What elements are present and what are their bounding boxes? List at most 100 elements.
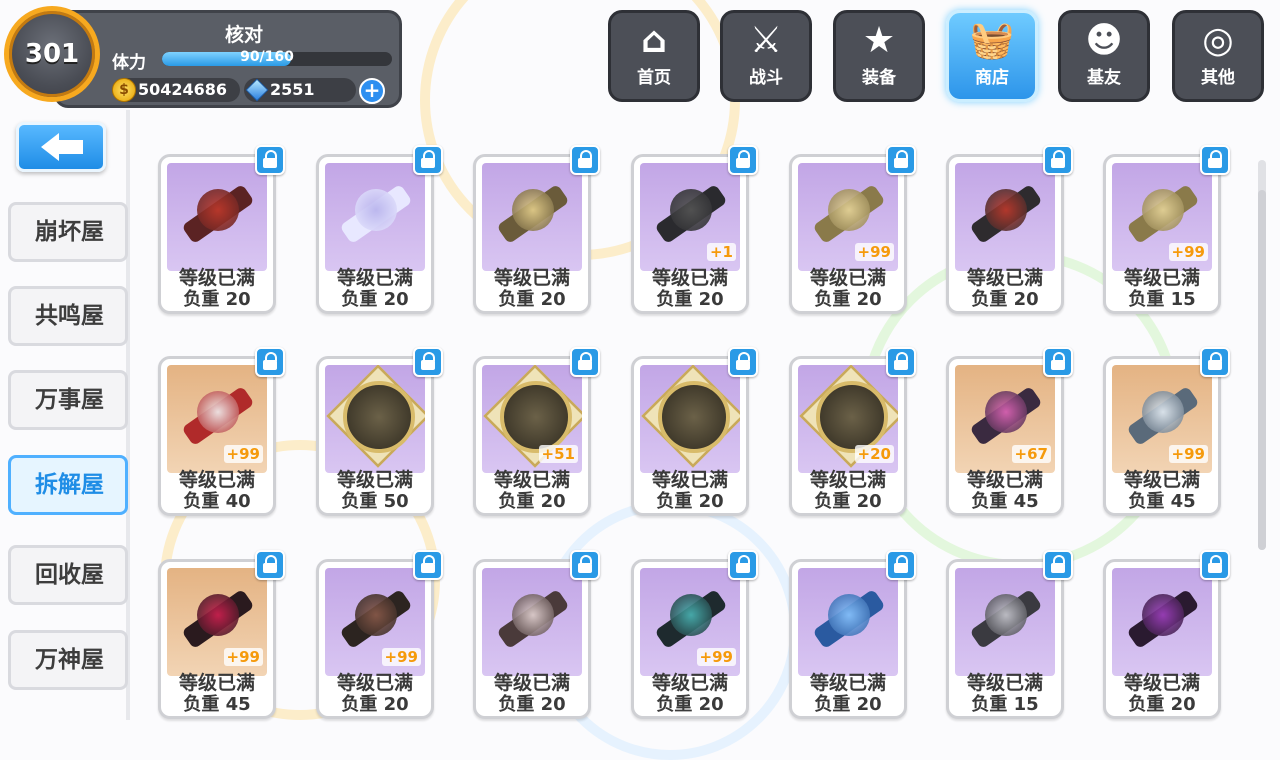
side-tab-bengbai[interactable]: 崩坏屋 — [8, 202, 128, 262]
lock-icon[interactable] — [255, 347, 285, 377]
lock-icon[interactable] — [413, 347, 443, 377]
item-status: 等级已满 — [178, 267, 255, 289]
item-card[interactable]: +99 等级已满 负重 20 — [316, 550, 443, 719]
item-card[interactable]: +99 等级已满 负重 45 — [1103, 347, 1230, 516]
nav-battle-button[interactable]: ⚔ 战斗 — [720, 10, 812, 102]
side-tab-huishou[interactable]: 回收屋 — [8, 545, 128, 605]
nav-friends-button[interactable]: ☻ 基友 — [1058, 10, 1150, 102]
item-card[interactable]: +99 等级已满 负重 45 — [158, 550, 285, 719]
back-button[interactable] — [16, 122, 106, 172]
item-count: +99 — [1168, 243, 1208, 261]
item-weight: 负重 45 — [1128, 491, 1196, 512]
item-status: 等级已满 — [493, 672, 570, 694]
item-weight: 负重 20 — [814, 289, 882, 310]
item-card[interactable]: +51 等级已满 负重 20 — [473, 347, 600, 516]
lock-icon[interactable] — [728, 145, 758, 175]
nav-shop-label: 商店 — [975, 68, 1009, 88]
item-card[interactable]: 等级已满 负重 20 — [631, 347, 758, 516]
nav-other-label: 其他 — [1201, 68, 1235, 88]
stamina-value: 90/160 — [240, 49, 294, 65]
item-card[interactable]: 等级已满 负重 20 — [473, 550, 600, 719]
lock-icon[interactable] — [728, 550, 758, 580]
item-card[interactable]: +67 等级已满 负重 45 — [946, 347, 1073, 516]
lock-icon[interactable] — [1043, 145, 1073, 175]
player-panel: 301 核对 体力 90/160 $ 50424686 2551 + — [4, 6, 402, 108]
item-weight: 负重 15 — [1128, 289, 1196, 310]
item-count: +20 — [854, 445, 894, 463]
lock-icon[interactable] — [255, 550, 285, 580]
nav-equipment-label: 装备 — [862, 68, 896, 88]
item-count: +99 — [223, 445, 263, 463]
snail-icon: ◎ — [1202, 20, 1234, 61]
lock-icon[interactable] — [570, 347, 600, 377]
item-card[interactable]: +99 等级已满 负重 40 — [158, 347, 285, 516]
item-weight: 负重 20 — [183, 289, 251, 310]
lock-icon[interactable] — [413, 550, 443, 580]
item-card[interactable]: +20 等级已满 负重 20 — [789, 347, 916, 516]
item-card[interactable]: 等级已满 负重 20 — [1103, 550, 1230, 719]
side-tab-wanshi[interactable]: 万事屋 — [8, 370, 128, 430]
item-card[interactable]: +99 等级已满 负重 20 — [789, 145, 916, 314]
gold-medal-icon — [325, 365, 425, 473]
crystal-icon — [245, 78, 269, 102]
back-arrow-shaft — [57, 140, 83, 154]
lock-icon[interactable] — [570, 145, 600, 175]
blue-crystal-icon — [798, 568, 898, 676]
item-count: +99 — [854, 243, 894, 261]
item-status: 等级已满 — [1123, 267, 1200, 289]
item-card[interactable]: 等级已满 负重 20 — [789, 550, 916, 719]
player-name: 核对 — [224, 24, 263, 46]
scrollbar[interactable] — [1258, 160, 1266, 550]
item-card[interactable]: +99 等级已满 负重 15 — [1103, 145, 1230, 314]
item-card[interactable]: 等级已满 负重 50 — [316, 347, 443, 516]
item-status: 等级已满 — [966, 672, 1043, 694]
item-count: +99 — [223, 648, 263, 666]
lock-icon[interactable] — [1200, 550, 1230, 580]
scrollbar-thumb[interactable] — [1258, 190, 1266, 550]
item-weight: 负重 20 — [498, 694, 566, 715]
nav-other-button[interactable]: ◎ 其他 — [1172, 10, 1264, 102]
coin-icon: $ — [112, 78, 136, 102]
lock-icon[interactable] — [1043, 550, 1073, 580]
lock-icon[interactable] — [413, 145, 443, 175]
lock-icon[interactable] — [886, 145, 916, 175]
item-weight: 负重 20 — [341, 289, 409, 310]
add-crystal-button[interactable]: + — [359, 78, 385, 104]
item-card[interactable]: 等级已满 负重 20 — [946, 145, 1073, 314]
item-card[interactable]: 等级已满 负重 20 — [158, 145, 285, 314]
nav-equipment-button[interactable]: ★ 装备 — [833, 10, 925, 102]
side-tab-gongming[interactable]: 共鸣屋 — [8, 286, 128, 346]
item-card[interactable]: +99 等级已满 负重 20 — [631, 550, 758, 719]
lock-icon[interactable] — [1200, 347, 1230, 377]
nav-home-button[interactable]: ⌂ 首页 — [608, 10, 700, 102]
lock-icon[interactable] — [570, 550, 600, 580]
lock-icon[interactable] — [1043, 347, 1073, 377]
crystal-amount: 2551 — [270, 80, 315, 99]
flower-cluster-icon — [325, 163, 425, 271]
shopping-basket-icon: 🧺 — [969, 20, 1015, 61]
lock-icon[interactable] — [255, 145, 285, 175]
side-tab-chaijie[interactable]: 拆解屋 — [8, 455, 128, 515]
lock-icon[interactable] — [728, 347, 758, 377]
bone-staff-icon — [482, 568, 582, 676]
item-weight: 负重 45 — [971, 491, 1039, 512]
lock-icon[interactable] — [886, 347, 916, 377]
stamina-label: 体力 — [112, 53, 146, 73]
item-card[interactable]: 等级已满 负重 20 — [473, 145, 600, 314]
chainsaw-weapon-icon — [167, 163, 267, 271]
item-weight: 负重 20 — [814, 491, 882, 512]
coin-balance: $ 50424686 — [112, 78, 240, 102]
item-weight: 负重 15 — [971, 694, 1039, 715]
item-card[interactable]: 等级已满 负重 15 — [946, 550, 1073, 719]
item-card[interactable]: 等级已满 负重 20 — [316, 145, 443, 314]
item-card[interactable]: +1 等级已满 负重 20 — [631, 145, 758, 314]
level-badge[interactable]: 301 — [4, 6, 100, 102]
item-status: 等级已满 — [336, 267, 413, 289]
item-weight: 负重 20 — [656, 491, 724, 512]
gold-medal-swirl-icon — [640, 365, 740, 473]
side-tab-wanshen[interactable]: 万神屋 — [8, 630, 128, 690]
lock-icon[interactable] — [1200, 145, 1230, 175]
nav-home-label: 首页 — [637, 68, 671, 88]
lock-icon[interactable] — [886, 550, 916, 580]
nav-shop-button[interactable]: 🧺 商店 — [946, 10, 1038, 102]
